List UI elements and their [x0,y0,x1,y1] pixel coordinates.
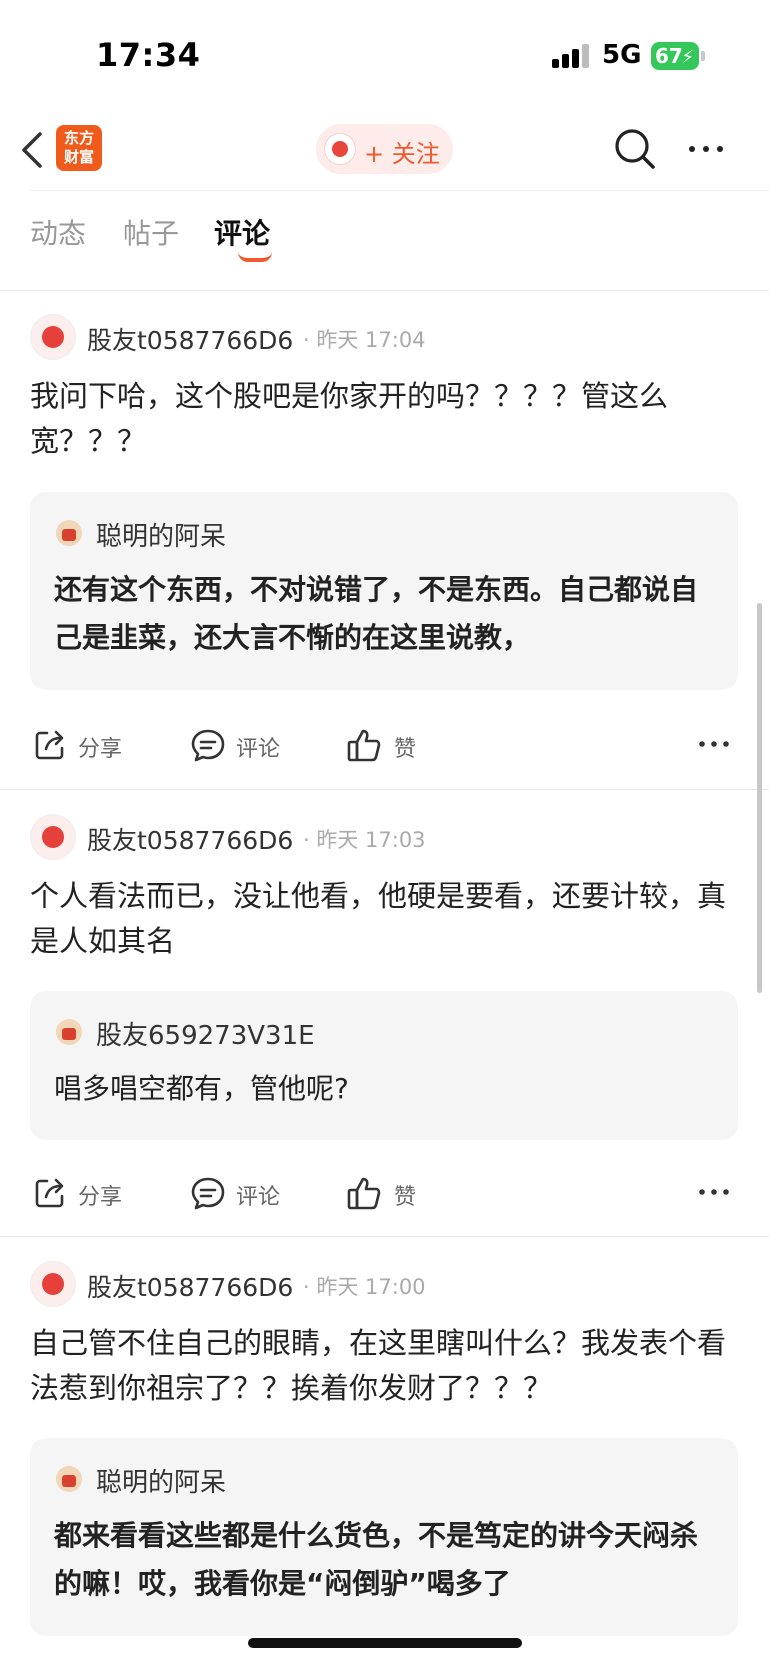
comment-author[interactable]: 股友t0587766D6 [87,321,293,357]
comment-button[interactable]: 评论 [190,715,290,775]
quote-author: 聪明的阿呆 [96,522,227,552]
nav-divider [30,190,769,191]
signal-icon [552,44,590,68]
thumbs-up-icon [347,729,381,762]
nav-bar: 东方 财富 + 关注 [0,110,769,190]
action-bar: 分享 评论 赞 [0,1163,769,1223]
charging-bolt-icon: ⚡ [681,47,694,68]
comment-header: 股友t0587766D6 · 昨天 17:03 [30,814,730,864]
follow-avatar [324,133,356,165]
share-icon [35,730,64,760]
more-dots-icon [699,1189,729,1195]
quote-text: 唱多唱空都有，管他呢? [54,1072,349,1105]
like-button[interactable]: 赞 [346,1163,426,1223]
comment-icon [191,729,225,762]
comment-header: 股友t0587766D6 · 昨天 17:04 [30,314,730,364]
comment-icon [191,1177,225,1210]
quote-avatar [56,1019,82,1045]
back-button[interactable] [18,128,48,172]
more-dots-icon [689,146,723,152]
comment-header: 股友t0587766D6 · 昨天 17:00 [30,1261,730,1311]
quote-text: 都来看看这些都是什么货色，不是笃定的讲今天闷杀的嘛！哎，我看你是“闷倒驴”喝多了 [54,1519,699,1600]
follow-button[interactable]: + 关注 [316,124,453,174]
status-bar: 17:34 5G 67 ⚡ [0,0,769,110]
comment-body[interactable]: 我问下哈，这个股吧是你家开的吗？？？？管这么宽？？？ [30,374,740,464]
search-icon [615,129,655,169]
like-label: 赞 [394,737,417,762]
status-time: 17:34 [96,36,201,74]
avatar[interactable] [30,814,76,860]
comment-item: 股友t0587766D6 · 昨天 17:00 自己管不住自己的眼睛，在这里瞎叫… [0,1237,769,1665]
tab-posts[interactable]: 帖子 [123,212,179,252]
battery-level: 67 [655,44,683,68]
app-logo: 东方 财富 [56,125,102,171]
share-label: 分享 [78,737,123,762]
follow-label: + 关注 [364,140,440,168]
comment-body[interactable]: 自己管不住自己的眼睛，在这里瞎叫什么？我发表个看法惹到你祖宗了？？挨着你发财了？… [30,1321,740,1411]
like-button[interactable]: 赞 [346,715,426,775]
comment-label: 评论 [236,1185,281,1210]
quote-author: 股友659273V31E [96,1021,315,1051]
thumbs-up-icon [347,1177,381,1210]
action-bar: 分享 评论 赞 [0,715,769,775]
quoted-post[interactable]: 股友659273V31E 唱多唱空都有，管他呢? [30,991,738,1140]
comment-body[interactable]: 个人看法而已，没让他看，他硬是要看，还要计较，真是人如其名 [30,874,740,964]
battery-tip [701,51,705,61]
search-button[interactable] [612,126,658,172]
comment-author[interactable]: 股友t0587766D6 [87,821,293,857]
comment-label: 评论 [236,737,281,762]
quote-avatar [56,1466,82,1492]
quote-text: 还有这个东西，不对说错了，不是东西。自己都说自己是韭菜，还大言不惭的在这里说教， [54,573,699,654]
chevron-left-icon [22,132,42,168]
share-label: 分享 [78,1185,123,1210]
quote-author: 聪明的阿呆 [96,1468,227,1498]
more-dots-icon [699,741,729,747]
comment-button[interactable]: 评论 [190,1163,290,1223]
battery-icon: 67 ⚡ [651,42,699,70]
comment-item: 股友t0587766D6 · 昨天 17:03 个人看法而已，没让他看，他硬是要… [0,790,769,1237]
quoted-post[interactable]: 聪明的阿呆 还有这个东西，不对说错了，不是东西。自己都说自己是韭菜，还大言不惭的… [30,492,738,690]
share-icon [35,1178,64,1208]
active-tab-indicator [238,252,272,262]
comment-item: 股友t0587766D6 · 昨天 17:04 我问下哈，这个股吧是你家开的吗？… [0,290,769,790]
logo-text-bottom: 财富 [63,148,94,166]
scrollbar[interactable] [757,603,762,993]
comment-time: · 昨天 17:00 [303,1275,426,1299]
quote-avatar [56,520,82,546]
logo-text-top: 东方 [63,129,94,147]
avatar[interactable] [30,314,76,360]
tab-comments[interactable]: 评论 [214,212,270,252]
post-more-button[interactable] [694,729,734,759]
network-label: 5G [602,40,642,70]
tab-bar: 动态 帖子 评论 [0,196,769,288]
avatar[interactable] [30,1261,76,1307]
home-indicator[interactable] [248,1638,522,1648]
comment-author[interactable]: 股友t0587766D6 [87,1268,293,1304]
more-menu-button[interactable] [684,134,728,164]
quoted-post[interactable]: 聪明的阿呆 都来看看这些都是什么货色，不是笃定的讲今天闷杀的嘛！哎，我看你是“闷… [30,1438,738,1636]
share-button[interactable]: 分享 [32,715,132,775]
tab-dynamics[interactable]: 动态 [30,212,86,252]
share-button[interactable]: 分享 [32,1163,132,1223]
like-label: 赞 [394,1185,417,1210]
comment-time: · 昨天 17:03 [303,828,426,852]
comment-time: · 昨天 17:04 [303,328,426,352]
post-more-button[interactable] [694,1177,734,1207]
